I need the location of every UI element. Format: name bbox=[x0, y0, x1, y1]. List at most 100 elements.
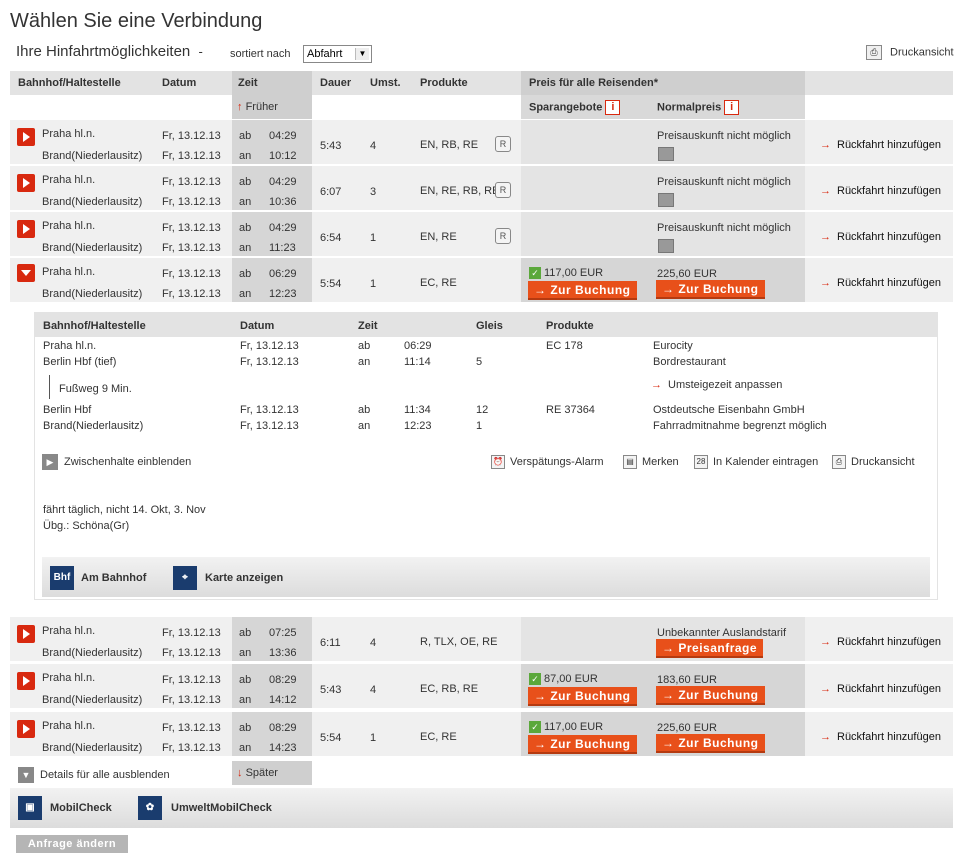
departure-date: Fr, 13.12.13 bbox=[162, 674, 221, 686]
collapse-icon[interactable] bbox=[17, 264, 35, 282]
arrival-label: an bbox=[239, 196, 252, 208]
products: EN, RE, RB, RE bbox=[420, 185, 500, 197]
arrival-station: Brand(Niederlausitz) bbox=[42, 196, 143, 208]
col-changes: Umst. bbox=[370, 77, 401, 89]
departure-time: 04:29 bbox=[269, 130, 297, 142]
table-row[interactable]: Praha hl.n. Brand(Niederlausitz) Fr, 13.… bbox=[10, 712, 953, 756]
earlier-link[interactable]: ↑ Früher bbox=[237, 101, 278, 113]
print-view-link[interactable]: ⎙ Druckansicht bbox=[866, 45, 954, 60]
flower-icon: ✿ bbox=[138, 796, 162, 820]
price-info: Preisauskunft nicht möglich bbox=[657, 130, 791, 142]
arrow-right-icon: → bbox=[662, 688, 679, 702]
table-row[interactable]: Praha hl.n. Brand(Niederlausitz) Fr, 13.… bbox=[10, 120, 953, 164]
info-icon[interactable]: i bbox=[724, 100, 740, 115]
map-icon: ⌖ bbox=[173, 566, 197, 590]
add-return-link[interactable]: → Rückfahrt hinzufügen bbox=[820, 139, 941, 151]
departure-date: Fr, 13.12.13 bbox=[162, 722, 221, 734]
expand-icon[interactable] bbox=[17, 672, 35, 690]
info-icon[interactable]: i bbox=[605, 100, 621, 115]
price-info: Preisauskunft nicht möglich bbox=[657, 222, 791, 234]
sort-label: sortiert nach bbox=[230, 48, 291, 60]
hide-details-button[interactable]: ▼ Details für alle ausblenden bbox=[18, 767, 170, 783]
expand-icon[interactable] bbox=[17, 720, 35, 738]
arrow-right-icon: → bbox=[662, 282, 679, 296]
arrow-down-icon: ↓ bbox=[237, 767, 243, 779]
change-request-button[interactable]: Anfrage ändern bbox=[16, 835, 128, 853]
later-link[interactable]: ↓ Später bbox=[237, 767, 278, 779]
add-return-link[interactable]: → Rückfahrt hinzufügen bbox=[820, 185, 941, 197]
book-saver-button[interactable]: → Zur Buchung bbox=[528, 735, 637, 754]
calendar-link[interactable]: 28 In Kalender eintragen bbox=[694, 455, 818, 469]
products: EC, RE bbox=[420, 731, 457, 743]
table-row[interactable]: Praha hl.n. Brand(Niederlausitz) Fr, 13.… bbox=[10, 166, 953, 210]
arrival-label: an bbox=[239, 694, 252, 706]
expand-icon[interactable] bbox=[17, 174, 35, 192]
book-saver-button[interactable]: → Zur Buchung bbox=[528, 281, 637, 300]
delay-alarm-link[interactable]: ⏰ Verspätungs-Alarm bbox=[491, 455, 604, 469]
detail-train[interactable]: EC 178 bbox=[546, 340, 583, 352]
col-price: Preis für alle Reisenden* bbox=[529, 77, 658, 89]
expand-icon[interactable] bbox=[17, 128, 35, 146]
departure-date: Fr, 13.12.13 bbox=[162, 627, 221, 639]
table-row[interactable]: Praha hl.n. Brand(Niederlausitz) Fr, 13.… bbox=[10, 258, 953, 302]
adjust-transfer-link[interactable]: → Umsteigezeit anpassen bbox=[651, 379, 782, 391]
add-return-link[interactable]: → Rückfahrt hinzufügen bbox=[820, 731, 941, 743]
arrival-time: 14:23 bbox=[269, 742, 297, 754]
book-normal-button[interactable]: → Zur Buchung bbox=[656, 686, 765, 705]
table-row[interactable]: Praha hl.n. Brand(Niederlausitz) Fr, 13.… bbox=[10, 212, 953, 256]
detail-note: Eurocity bbox=[653, 340, 693, 352]
transfer-note: Übg.: Schöna(Gr) bbox=[43, 520, 130, 532]
detail-print-link[interactable]: ⎙ Druckansicht bbox=[832, 455, 915, 469]
departure-time: 08:29 bbox=[269, 674, 297, 686]
arrival-date: Fr, 13.12.13 bbox=[162, 694, 221, 706]
arrow-right-icon: → bbox=[651, 379, 662, 391]
arrival-time: 10:36 bbox=[269, 196, 297, 208]
add-return-link[interactable]: → Rückfahrt hinzufügen bbox=[820, 231, 941, 243]
expand-icon[interactable] bbox=[17, 625, 35, 643]
detail-ab-an: an bbox=[358, 356, 371, 368]
col-products: Produkte bbox=[420, 77, 468, 89]
at-station-button[interactable]: Am Bahnhof bbox=[81, 572, 146, 584]
departure-station: Praha hl.n. bbox=[42, 174, 96, 186]
book-saver-button[interactable]: → Zur Buchung bbox=[528, 687, 637, 706]
detail-time: 06:29 bbox=[404, 340, 432, 352]
table-row[interactable]: Praha hl.n. Brand(Niederlausitz) Fr, 13.… bbox=[10, 664, 953, 708]
duration: 5:43 bbox=[320, 684, 342, 696]
detail-track: 1 bbox=[476, 420, 483, 432]
col-normal: Normalpreis i bbox=[657, 100, 740, 115]
mobilcheck-link[interactable]: MobilCheck bbox=[50, 802, 112, 814]
add-return-link[interactable]: → Rückfahrt hinzufügen bbox=[820, 277, 941, 289]
book-normal-button[interactable]: → Zur Buchung bbox=[656, 734, 765, 753]
sort-select[interactable]: Abfahrt ▼ bbox=[303, 45, 372, 63]
book-normal-button[interactable]: → Zur Buchung bbox=[656, 280, 765, 299]
arrival-label: an bbox=[239, 150, 252, 162]
detail-station: Brand(Niederlausitz) bbox=[43, 420, 144, 432]
products: EC, RB, RE bbox=[420, 683, 479, 695]
departure-station: Praha hl.n. bbox=[42, 672, 96, 684]
add-return-link[interactable]: → Rückfahrt hinzufügen bbox=[820, 683, 941, 695]
show-stops-button[interactable]: ▶ Zwischenhalte einblenden bbox=[42, 454, 191, 470]
price-request-button[interactable]: → Preisanfrage bbox=[656, 639, 764, 658]
arrival-station: Brand(Niederlausitz) bbox=[42, 288, 143, 300]
service-note: fährt täglich, nicht 14. Okt, 3. Nov bbox=[43, 504, 206, 516]
detail-train[interactable]: RE 37364 bbox=[546, 404, 595, 416]
duration: 6:11 bbox=[320, 637, 341, 649]
detail-date: Fr, 13.12.13 bbox=[240, 404, 299, 416]
expand-icon[interactable] bbox=[17, 220, 35, 238]
connection-detail: Bahnhof/Haltestelle Datum Zeit Gleis Pro… bbox=[34, 312, 938, 600]
arrival-time: 14:12 bbox=[269, 694, 297, 706]
arrow-right-icon: → bbox=[820, 731, 831, 743]
detail-track: 5 bbox=[476, 356, 483, 368]
detail-col-track: Gleis bbox=[476, 320, 503, 332]
col-saver: Sparangebote i bbox=[529, 100, 621, 115]
table-row[interactable]: Praha hl.n. Brand(Niederlausitz) Fr, 13.… bbox=[10, 617, 953, 661]
save-link[interactable]: ▤ Merken bbox=[623, 455, 679, 469]
umwelt-mobilcheck-link[interactable]: UmweltMobilCheck bbox=[171, 802, 272, 814]
detail-station: Berlin Hbf bbox=[43, 404, 92, 416]
detail-note: Fahrradmitnahme begrenzt möglich bbox=[653, 420, 827, 432]
show-map-button[interactable]: Karte anzeigen bbox=[205, 572, 283, 584]
arrival-date: Fr, 13.12.13 bbox=[162, 150, 221, 162]
add-return-link[interactable]: → Rückfahrt hinzufügen bbox=[820, 636, 941, 648]
detail-note: Bordrestaurant bbox=[653, 356, 726, 368]
normal-price: 225,60 EUR bbox=[657, 722, 717, 734]
